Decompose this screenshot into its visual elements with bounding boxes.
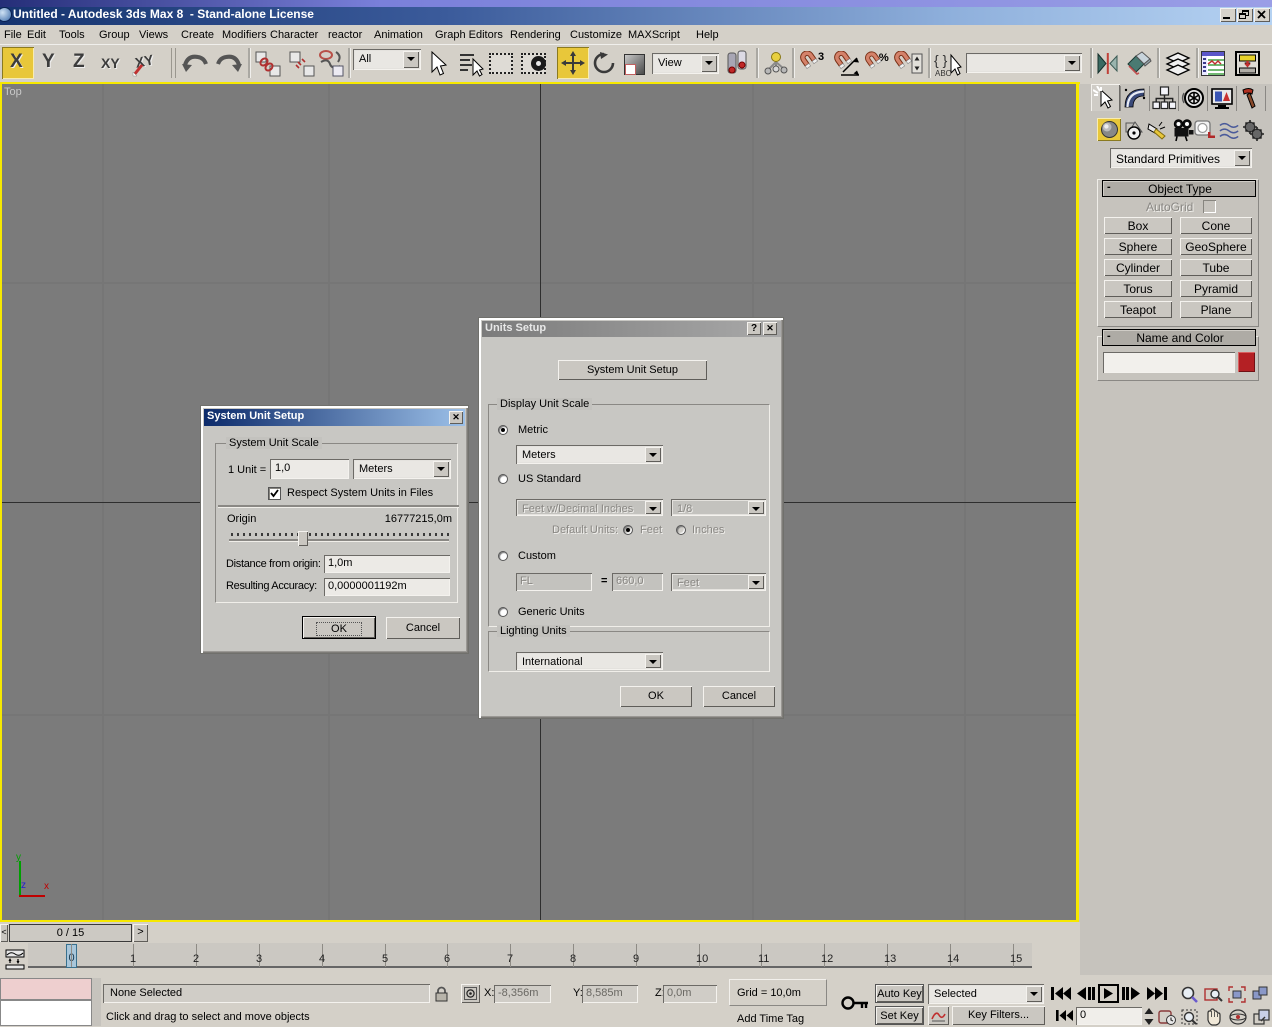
svg-text:{ }: { }	[934, 52, 948, 68]
svg-text:3: 3	[818, 51, 824, 63]
svg-text:%: %	[879, 52, 889, 64]
svg-text:ABC: ABC	[935, 69, 952, 78]
